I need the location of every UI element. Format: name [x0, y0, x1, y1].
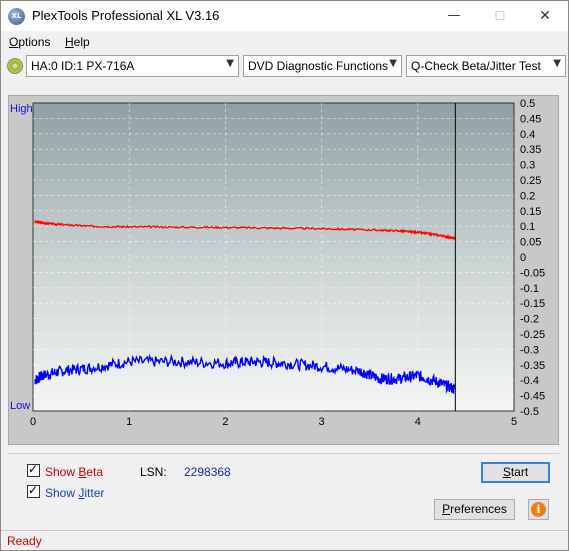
y-tick-label: -0.15	[520, 298, 545, 310]
show-beta-checkbox[interactable]	[27, 462, 40, 477]
minimize-button[interactable]: —	[431, 1, 477, 31]
options-panel: Show Beta Show Jitter LSN: 2298368 Start…	[8, 453, 559, 526]
y-tick-label: -0.4	[520, 375, 539, 387]
y-tick-label: 0.2	[520, 190, 535, 202]
lsn-value: 2298368	[184, 465, 231, 479]
window-title: PlexTools Professional XL V3.16	[32, 8, 220, 23]
menu-options[interactable]: Options	[9, 35, 50, 49]
app-logo-icon: XL	[8, 8, 25, 25]
y-tick-label: 0.25	[520, 175, 541, 187]
function-select[interactable]: DVD Diagnostic Functions ▼	[243, 55, 402, 77]
show-jitter-label[interactable]: Show Jitter	[45, 486, 104, 500]
drive-select-value: HA:0 ID:1 PX-716A	[31, 59, 135, 73]
maximize-button[interactable]: ☐	[477, 1, 523, 31]
show-beta-label[interactable]: Show Beta	[45, 465, 103, 479]
chevron-down-icon: ▼	[553, 58, 561, 69]
status-bar: Ready	[1, 530, 568, 550]
y-tick-label: -0.05	[520, 267, 545, 279]
chevron-down-icon: ▼	[389, 58, 397, 69]
start-button[interactable]: Start	[481, 462, 550, 483]
y-tick-label: -0.2	[520, 314, 539, 326]
x-tick-label: 4	[415, 416, 421, 428]
y-tick-label: -0.5	[520, 406, 539, 418]
title-bar[interactable]: XL PlexTools Professional XL V3.16 — ☐ ✕	[1, 1, 568, 31]
menu-help[interactable]: Help	[65, 35, 90, 49]
y-tick-label: 0.1	[520, 221, 535, 233]
y-tick-label: 0.3	[520, 160, 535, 172]
x-tick-label: 3	[319, 416, 325, 428]
y-tick-label: -0.35	[520, 360, 545, 372]
x-tick-label: 5	[511, 416, 517, 428]
y-tick-label: 0	[520, 252, 526, 264]
y-tick-label: -0.25	[520, 329, 545, 341]
menu-bar: Options Help	[1, 32, 568, 52]
drive-select[interactable]: HA:0 ID:1 PX-716A ▼	[26, 55, 239, 77]
app-window: XL PlexTools Professional XL V3.16 — ☐ ✕…	[0, 0, 569, 551]
y-tick-label: 0.4	[520, 129, 535, 141]
function-select-value: DVD Diagnostic Functions	[248, 59, 389, 73]
x-tick-label: 1	[126, 416, 132, 428]
preferences-button[interactable]: Preferences	[434, 499, 515, 520]
show-jitter-checkbox[interactable]	[27, 483, 40, 498]
y-tick-label: 0.5	[520, 98, 535, 110]
y-tick-label: 0.05	[520, 237, 541, 249]
y-tick-label: 0.15	[520, 206, 541, 218]
y-tick-label: -0.45	[520, 391, 545, 403]
y-tick-label: 0.45	[520, 113, 541, 125]
beta-jitter-chart: 0.5 0.45 0.4 0.35 0.3 0.25 0.2 0.15 0.1 0.05 0 -0.0…	[10, 98, 545, 428]
lsn-label: LSN:	[140, 465, 167, 479]
x-tick-label: 2	[222, 416, 228, 428]
y-tick-label: -0.1	[520, 283, 539, 295]
chevron-down-icon: ▼	[226, 58, 234, 69]
chart-panel: 0.5 0.45 0.4 0.35 0.3 0.25 0.2 0.15 0.1 0.05 0 -0.0…	[8, 95, 559, 445]
test-select[interactable]: Q-Check Beta/Jitter Test ▼	[406, 55, 566, 77]
info-icon: i	[531, 502, 546, 517]
low-label: Low	[10, 400, 30, 412]
y-tick-label: 0.35	[520, 144, 541, 156]
test-select-value: Q-Check Beta/Jitter Test	[411, 59, 541, 73]
status-text: Ready	[7, 534, 42, 548]
info-button[interactable]: i	[528, 499, 549, 520]
close-button[interactable]: ✕	[522, 1, 568, 31]
x-tick-label: 0	[30, 416, 36, 428]
y-tick-label: -0.3	[520, 344, 539, 356]
high-label: High	[10, 103, 33, 115]
disc-drive-icon	[7, 58, 23, 74]
